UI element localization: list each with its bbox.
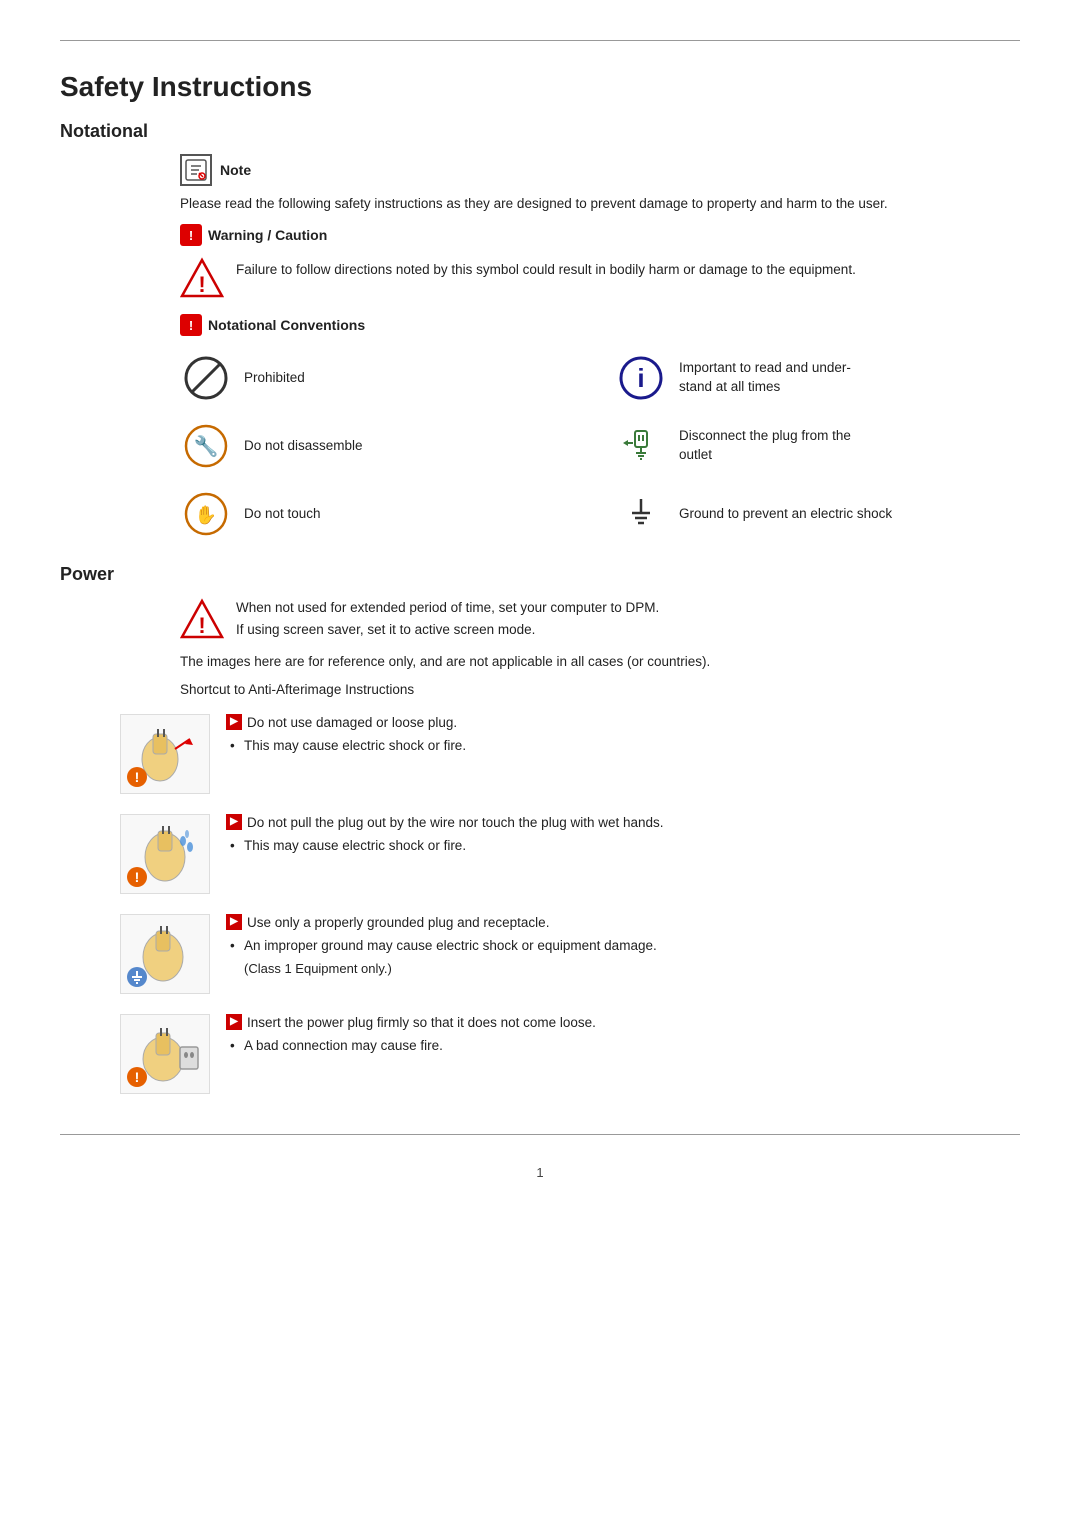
power-reference-text: The images here are for reference only, … <box>180 651 1020 700</box>
power-item-2: ! ▶ Do not pull the plug out by the wire… <box>120 814 1020 894</box>
power-dpm-block: ! When not used for extended period of t… <box>180 597 1020 641</box>
page-title: Safety Instructions <box>60 71 1020 103</box>
power-item-3-bullet: An improper ground may cause electric sh… <box>226 936 1020 956</box>
red-warning-icon-3: ▶ <box>226 914 242 930</box>
power-item-3-image <box>120 914 210 994</box>
power-item-2-bullet: This may cause electric shock or fire. <box>226 836 1020 856</box>
convention-disassemble: 🔧 Do not disassemble <box>180 420 585 472</box>
convention-important-label: Important to read and under-stand at all… <box>679 359 851 397</box>
convention-disconnect: Disconnect the plug from theoutlet <box>615 420 1020 472</box>
power-item-1-image: ! <box>120 714 210 794</box>
power-item-2-title-text: Do not pull the plug out by the wire nor… <box>247 815 664 830</box>
note-icon <box>180 154 212 186</box>
caution-triangle-icon: ! <box>180 256 224 300</box>
power-item-1-bullet: This may cause electric shock or fire. <box>226 736 1020 756</box>
plug-illustration-1: ! <box>125 719 205 789</box>
warning-label: Warning / Caution <box>208 227 327 243</box>
svg-text:!: ! <box>135 869 140 885</box>
red-warning-icon-4: ▶ <box>226 1014 242 1030</box>
caution-block: ! Failure to follow directions noted by … <box>180 256 1020 300</box>
power-item-2-image: ! <box>120 814 210 894</box>
note-row: Note <box>180 154 1020 186</box>
power-item-3-content: ▶ Use only a properly grounded plug and … <box>226 914 1020 975</box>
important-icon: i <box>615 352 667 404</box>
power-item-3-title-text: Use only a properly grounded plug and re… <box>247 915 549 930</box>
warning-row: ! Warning / Caution <box>180 224 1020 246</box>
power-item-2-title: ▶ Do not pull the plug out by the wire n… <box>226 814 1020 830</box>
svg-text:i: i <box>637 363 644 393</box>
power-item-3: ▶ Use only a properly grounded plug and … <box>120 914 1020 994</box>
note-description: Please read the following safety instruc… <box>180 194 1020 214</box>
power-item-4-image: ! <box>120 1014 210 1094</box>
svg-text:!: ! <box>198 272 205 297</box>
top-divider <box>60 40 1020 41</box>
power-dpm-texts: When not used for extended period of tim… <box>236 597 1020 640</box>
ground-icon <box>615 488 667 540</box>
prohibited-icon <box>180 352 232 404</box>
conventions-heading-label: Notational Conventions <box>208 317 365 333</box>
convention-touch-label: Do not touch <box>244 505 321 524</box>
svg-text:🔧: 🔧 <box>194 434 219 458</box>
power-item-1-title: ▶ Do not use damaged or loose plug. <box>226 714 1020 730</box>
conventions-grid: Prohibited i Important to read and under… <box>180 352 1020 540</box>
red-warning-icon-1: ▶ <box>226 714 242 730</box>
power-item-4: ! ▶ Insert the power plug firmly so that… <box>120 1014 1020 1094</box>
plug-illustration-3 <box>125 919 205 989</box>
power-heading: Power <box>60 564 1020 585</box>
convention-disassemble-label: Do not disassemble <box>244 437 363 456</box>
conventions-warning-icon: ! <box>180 314 202 336</box>
bottom-divider <box>60 1134 1020 1135</box>
disconnect-icon <box>615 420 667 472</box>
power-item-4-bullet: A bad connection may cause fire. <box>226 1036 1020 1056</box>
convention-ground: Ground to prevent an electric shock <box>615 488 1020 540</box>
power-item-1: ! ▶ Do not use damaged or loose plug. Th… <box>120 714 1020 794</box>
power-dpm-text: When not used for extended period of tim… <box>236 597 1020 619</box>
power-item-3-title: ▶ Use only a properly grounded plug and … <box>226 914 1020 930</box>
power-section: ! When not used for extended period of t… <box>60 597 1020 1094</box>
convention-important: i Important to read and under-stand at a… <box>615 352 1020 404</box>
disassemble-icon: 🔧 <box>180 420 232 472</box>
plug-illustration-2: ! <box>125 819 205 889</box>
power-item-1-title-text: Do not use damaged or loose plug. <box>247 715 457 730</box>
svg-text:!: ! <box>135 769 140 785</box>
caution-description: Failure to follow directions noted by th… <box>236 256 856 280</box>
power-screensaver-text: If using screen saver, set it to active … <box>236 619 1020 641</box>
power-item-4-content: ▶ Insert the power plug firmly so that i… <box>226 1014 1020 1056</box>
conventions-heading-row: ! Notational Conventions <box>180 314 1020 336</box>
svg-text:!: ! <box>198 613 205 638</box>
plug-illustration-4: ! <box>125 1019 205 1089</box>
power-item-3-sub: (Class 1 Equipment only.) <box>226 961 1020 976</box>
red-warning-icon-2: ▶ <box>226 814 242 830</box>
note-label: Note <box>220 162 251 178</box>
convention-prohibited: Prohibited <box>180 352 585 404</box>
page-number: 1 <box>60 1165 1020 1180</box>
page: Safety Instructions Notational Note Plea… <box>0 0 1080 1527</box>
power-shortcut-p: Shortcut to Anti-Afterimage Instructions <box>180 679 1020 701</box>
power-reference-p: The images here are for reference only, … <box>180 651 1020 673</box>
convention-disconnect-label: Disconnect the plug from theoutlet <box>679 427 851 465</box>
power-item-2-content: ▶ Do not pull the plug out by the wire n… <box>226 814 1020 856</box>
power-item-1-content: ▶ Do not use damaged or loose plug. This… <box>226 714 1020 756</box>
power-item-4-title-text: Insert the power plug firmly so that it … <box>247 1015 596 1030</box>
svg-text:!: ! <box>135 1069 140 1085</box>
convention-prohibited-label: Prohibited <box>244 369 305 388</box>
notational-heading: Notational <box>60 121 1020 142</box>
convention-ground-label: Ground to prevent an electric shock <box>679 505 892 524</box>
power-item-4-title: ▶ Insert the power plug firmly so that i… <box>226 1014 1020 1030</box>
power-caution-triangle-icon: ! <box>180 597 224 641</box>
warning-icon: ! <box>180 224 202 246</box>
svg-text:✋: ✋ <box>195 504 217 525</box>
convention-touch: ✋ Do not touch <box>180 488 585 540</box>
touch-icon: ✋ <box>180 488 232 540</box>
